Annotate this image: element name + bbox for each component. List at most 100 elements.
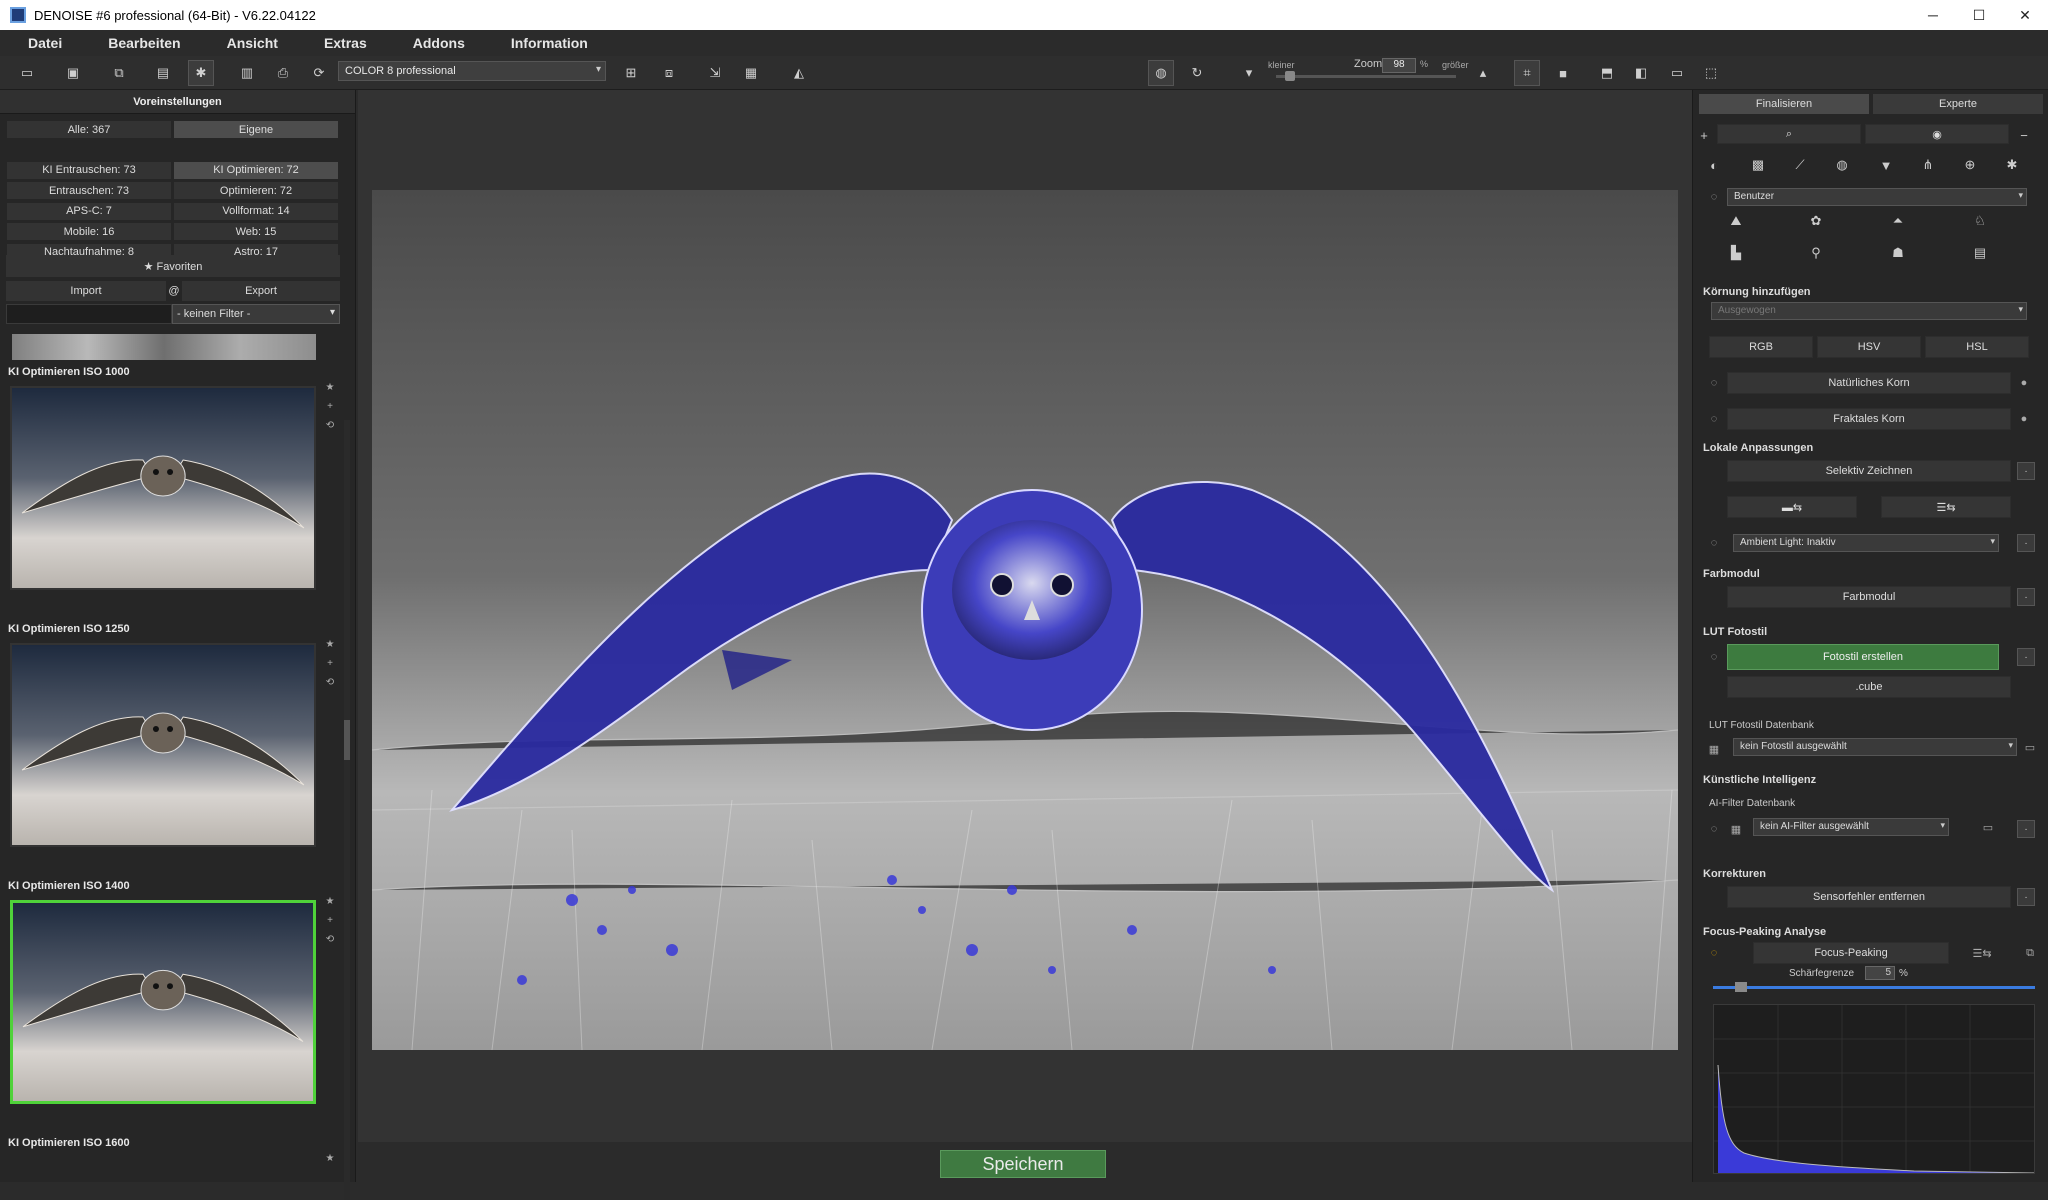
category-button[interactable]: Mobile: 16 [6,222,172,241]
film-icon[interactable]: ▦ [742,64,760,82]
category-button[interactable]: Optimieren: 72 [173,181,339,200]
add-icon[interactable]: + [324,911,336,930]
hsv-button[interactable]: HSV [1817,336,1921,358]
preset-thumbnail[interactable] [12,334,316,360]
refresh-icon[interactable]: ⟳ [310,64,328,82]
copy-icon[interactable]: ⧉ [2023,946,2037,960]
preset-thumbnail[interactable] [10,386,316,590]
star-icon[interactable]: ★ [324,378,336,397]
tone-icon[interactable]: ◐ [1697,154,1731,176]
add-icon[interactable]: + [324,397,336,416]
at-button[interactable]: @ [166,281,182,301]
animal-icon[interactable]: ♘ [1963,210,1997,232]
monitor-icon[interactable]: ▭ [1668,64,1686,82]
color-wheel-icon[interactable]: ◍ [1825,154,1859,176]
menu-addons[interactable]: Addons [413,35,465,51]
preset-search-input[interactable] [6,304,172,324]
new-file-icon[interactable]: ▭ [18,64,36,82]
lut-select[interactable]: kein Fotostil ausgewählt ▾ [1733,738,2017,756]
focus-peaking-button[interactable]: Focus-Peaking [1753,942,1949,964]
view-single-icon[interactable]: ■ [1554,64,1572,82]
preview-icon[interactable]: ◍ [1148,60,1174,86]
toggle-icon[interactable]: ◌ [1707,536,1721,550]
rgb-button[interactable]: RGB [1709,336,1813,358]
nodes-icon[interactable]: ⋔ [1911,154,1945,176]
tab-experte[interactable]: Experte [1873,94,2043,114]
grid-icon[interactable]: ▦ [1707,742,1721,756]
layout-icon[interactable]: ⊞ [622,64,640,82]
add-icon[interactable]: + [1695,124,1713,146]
create-style-button[interactable]: Fotostil erstellen [1727,644,1999,670]
sensor-button[interactable]: Sensorfehler entfernen [1727,886,2011,908]
people-icon[interactable]: ⚲ [1799,242,1833,264]
batch-icon[interactable]: ▤ [154,64,172,82]
zoom-slider[interactable] [1276,75,1456,78]
export-button[interactable]: Export [182,281,340,301]
category-button[interactable]: KI Optimieren: 72 [173,160,339,180]
toggle-icon[interactable]: ◌ [1707,650,1721,664]
toggle-icon[interactable]: ◌ [1707,946,1721,960]
star-icon[interactable]: ★ [324,1149,336,1168]
category-button[interactable]: Alle: 367 [6,120,172,139]
selective-draw-button[interactable]: Selektiv Zeichnen [1727,460,2011,482]
save-icon[interactable]: ▥ [238,64,256,82]
redo-icon[interactable]: ↻ [1188,64,1206,82]
ambient-select[interactable]: Ambient Light: Inaktiv ▾ [1733,534,1999,552]
grain-select[interactable]: Ausgewogen ▾ [1711,302,2027,320]
filter-select[interactable]: - keinen Filter - ▾ [172,304,340,324]
maximize-button[interactable]: ☐ [1956,0,2002,30]
portrait-icon[interactable]: ☗ [1881,242,1915,264]
menu-datei[interactable]: Datei [28,35,62,51]
layers-icon[interactable]: ☰⇆ [1969,946,1995,960]
folder-icon[interactable]: ▭ [2023,740,2037,754]
folder-icon[interactable]: ▭ [1981,820,1995,834]
search-button[interactable]: ⌕ [1717,124,1861,144]
category-button[interactable]: Vollformat: 14 [173,201,339,221]
info-icon[interactable]: · [2017,888,2035,906]
preset-select[interactable]: COLOR 8 professional ▾ [338,61,606,81]
open-file-icon[interactable]: ▣ [64,64,82,82]
menu-extras[interactable]: Extras [324,35,367,51]
view-split-v-icon[interactable]: ◧ [1632,64,1650,82]
mountain-icon[interactable]: ⏶ [1881,210,1915,232]
crop-icon[interactable]: ⌗ [1514,60,1540,86]
toggle-icon[interactable]: ◌ [1707,822,1721,836]
toggle-icon[interactable]: ◌ [1707,190,1721,204]
scrollbar-thumb[interactable] [344,720,350,760]
building-icon[interactable]: ▙ [1719,242,1753,264]
compare-icon[interactable]: ⧈ [660,64,678,82]
refresh-icon[interactable]: ⟲ [324,673,336,692]
image-icon[interactable]: ▩ [1741,154,1775,176]
category-button[interactable]: Web: 15 [173,222,339,241]
document-icon[interactable]: ▤ [1963,242,1997,264]
zoom-slider-thumb[interactable] [1285,71,1295,81]
info-icon[interactable]: · [2017,648,2035,666]
histogram-icon[interactable]: ◭ [790,64,808,82]
sharpness-slider[interactable] [1713,982,2035,992]
natural-grain-button[interactable]: Natürliches Korn [1727,372,2011,394]
zoom-lens-icon[interactable]: ⊕ [1953,154,1987,176]
reset-button[interactable]: ◉ [1865,124,2009,144]
fractal-grain-button[interactable]: Fraktales Korn [1727,408,2011,430]
menu-ansicht[interactable]: Ansicht [227,35,278,51]
add-icon[interactable]: + [324,654,336,673]
import-button[interactable]: Import [6,281,166,301]
category-button[interactable]: Eigene [173,120,339,139]
star-icon[interactable]: ★ [324,892,336,911]
category-button[interactable]: APS-C: 7 [6,201,172,221]
layer-button[interactable]: ☰⇆ [1881,496,2011,518]
hsl-button[interactable]: HSL [1925,336,2029,358]
category-button[interactable]: KI Entrauschen: 73 [6,160,172,180]
info-icon[interactable]: · [2017,820,2035,838]
farbmodul-button[interactable]: Farbmodul [1727,586,2011,608]
settings-icon[interactable]: ✱ [188,60,214,86]
zoom-out-icon[interactable]: ▾ [1240,64,1258,82]
preset-thumbnail[interactable] [10,643,316,847]
info-icon[interactable]: · [2017,462,2035,480]
refresh-icon[interactable]: ⟲ [324,930,336,949]
info-icon[interactable]: · [2017,534,2035,552]
landscape-icon[interactable]: ⛰ [1719,210,1753,232]
category-button[interactable]: Entrauschen: 73 [6,181,172,200]
circle-icon[interactable]: ● [2017,412,2031,426]
tab-finalisieren[interactable]: Finalisieren [1699,94,1869,114]
